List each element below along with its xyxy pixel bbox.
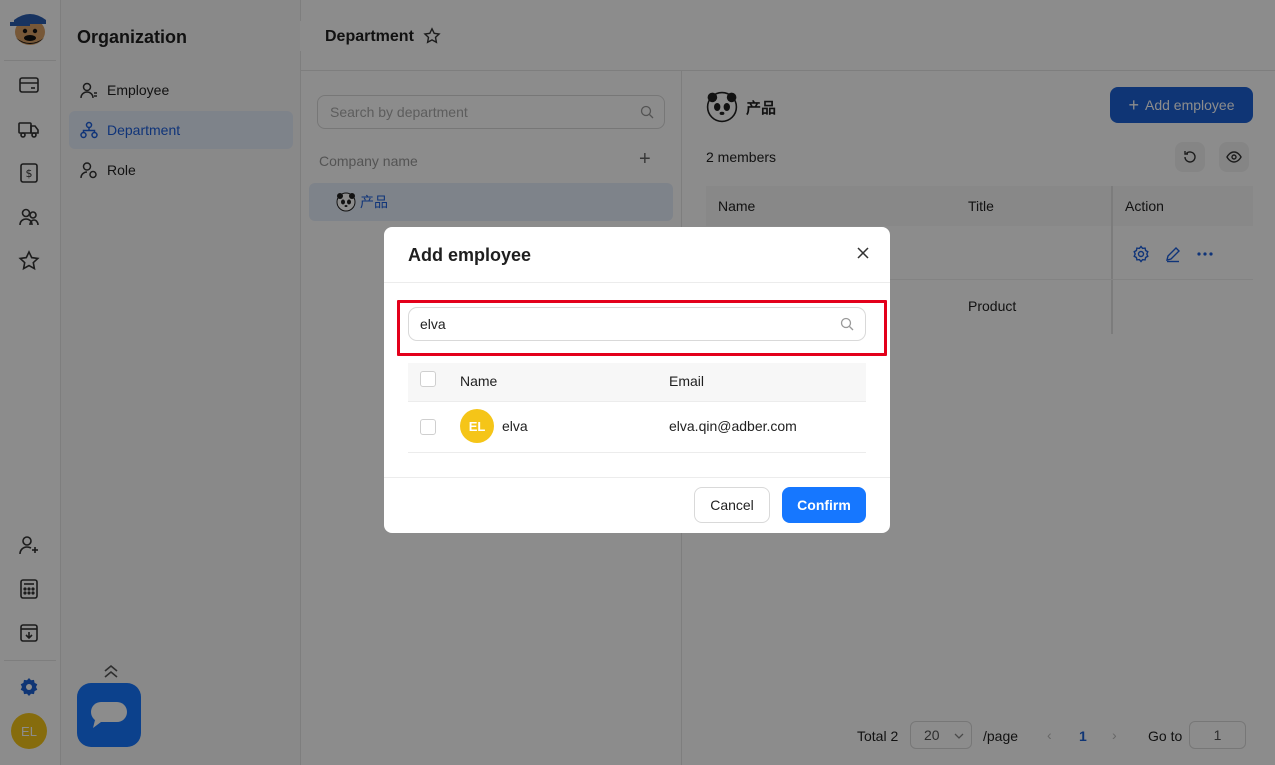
row-checkbox[interactable] bbox=[420, 419, 436, 435]
employee-email: elva.qin@adber.com bbox=[669, 418, 797, 434]
row-divider bbox=[408, 401, 866, 402]
row-divider bbox=[408, 452, 866, 453]
dialog-footer-divider bbox=[384, 477, 890, 478]
confirm-button[interactable]: Confirm bbox=[782, 487, 866, 523]
add-employee-dialog: Add employee elva Name Email EL elva elv… bbox=[384, 227, 890, 533]
dialog-divider bbox=[384, 282, 890, 283]
select-all-checkbox[interactable] bbox=[420, 371, 436, 387]
highlight-box bbox=[397, 300, 887, 356]
dialog-title: Add employee bbox=[408, 245, 532, 265]
employee-name: elva bbox=[502, 418, 528, 434]
column-email: Email bbox=[669, 373, 705, 389]
close-icon[interactable] bbox=[855, 245, 871, 261]
column-name: Name bbox=[460, 373, 498, 389]
employee-avatar: EL bbox=[460, 409, 494, 443]
cancel-button[interactable]: Cancel bbox=[694, 487, 770, 523]
